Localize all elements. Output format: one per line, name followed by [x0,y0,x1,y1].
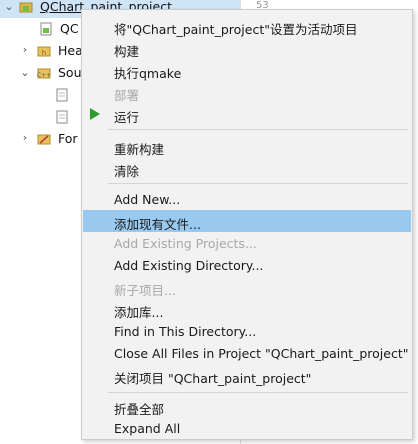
chevron-right-icon[interactable]: › [20,132,30,143]
menu-item-close-all-files[interactable]: Close All Files in Project "QChart_paint… [83,342,411,364]
sources-folder-icon: C++ [37,68,51,79]
menu-item-set-active-project[interactable]: 将"QChart_paint_project"设置为活动项目 [83,15,411,37]
svg-text:C++: C++ [37,72,51,79]
menu-item-close-project[interactable]: 关闭项目 "QChart_paint_project" [83,364,411,386]
source-file-icon [56,110,68,124]
forms-label: For [58,131,78,146]
menu-item-add-existing-directory[interactable]: Add Existing Directory... [83,254,411,276]
menu-item-add-new[interactable]: Add New... [83,188,411,210]
menu-item-deploy: 部署 [114,88,140,103]
headers-label: Hea [58,43,83,58]
menu-item-expand-all[interactable]: Expand All [83,417,411,439]
menu-item-find-in-directory[interactable]: Find in This Directory... [83,320,411,342]
chevron-down-icon[interactable]: ⌄ [20,67,30,78]
menu-item-clean[interactable]: 清除 [83,157,411,179]
menu-item-add-existing-files[interactable]: 添加现有文件... [83,210,411,232]
project-folder-icon [19,2,33,13]
menu-item-run-qmake[interactable]: 执行qmake [83,59,411,81]
menu-separator [108,392,408,393]
chevron-down-icon[interactable]: ⌄ [4,1,14,12]
menu-item-rebuild[interactable]: 重新构建 [83,135,411,157]
project-context-menu: 将"QChart_paint_project"设置为活动项目 构建 执行qmak… [81,9,413,440]
pro-file-icon [40,22,52,36]
menu-item-run[interactable]: 运行 [83,103,411,125]
menu-item-add-library[interactable]: 添加库... [83,298,411,320]
svg-text:h: h [42,49,46,57]
menu-item-add-existing-projects: Add Existing Projects... [114,236,257,251]
sources-label: Sou [58,65,82,80]
forms-folder-icon [37,134,51,145]
menu-separator [108,183,408,184]
source-file-icon [56,88,68,102]
run-play-icon [90,108,100,120]
menu-item-build[interactable]: 构建 [83,37,411,59]
menu-item-new-subproject: 新子项目... [114,283,176,298]
chevron-right-icon[interactable]: › [20,44,30,55]
menu-separator [108,129,408,130]
pro-file-label: QC [60,21,79,36]
menu-item-collapse-all[interactable]: 折叠全部 [83,395,411,417]
headers-folder-icon: h [37,46,51,57]
